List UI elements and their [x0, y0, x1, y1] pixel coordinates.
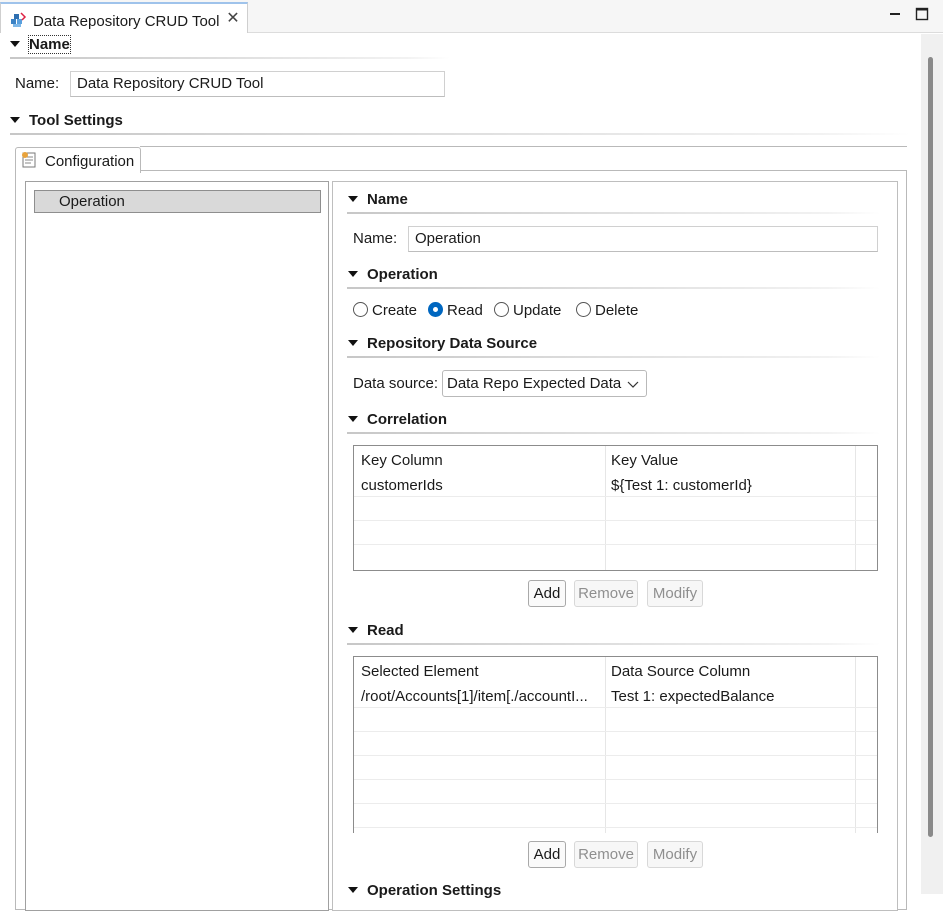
radio-update-button[interactable]	[494, 302, 509, 317]
read-modify-button[interactable]: Modify	[647, 841, 703, 868]
data-source-label: Data source:	[353, 375, 439, 392]
table-cell[interactable]: /root/Accounts[1]/item[./accountI...	[361, 688, 601, 705]
collapse-triangle-icon[interactable]	[348, 340, 358, 347]
column-divider	[605, 657, 606, 833]
radio-create-button[interactable]	[353, 302, 368, 317]
configuration-icon	[22, 152, 36, 168]
read-table[interactable]: Selected Element Data Source Column /roo…	[353, 656, 878, 833]
correlation-remove-button[interactable]: Remove	[574, 580, 638, 607]
column-divider	[855, 657, 856, 833]
row-divider	[354, 707, 877, 708]
section-divider	[347, 287, 880, 289]
section-divider	[347, 212, 880, 214]
tab-configuration[interactable]: Configuration	[15, 147, 141, 173]
tab-strip-line	[140, 146, 907, 147]
tree-item-label: Operation	[59, 193, 125, 210]
row-divider	[354, 496, 877, 497]
row-divider	[354, 779, 877, 780]
column-header-key-column[interactable]: Key Column	[361, 452, 443, 469]
radio-read-button[interactable]	[428, 302, 443, 317]
table-cell[interactable]: customerIds	[361, 477, 601, 494]
scrollbar-thumb[interactable]	[928, 57, 933, 837]
section-divider	[347, 432, 880, 434]
section-divider	[347, 356, 880, 358]
read-remove-button[interactable]: Remove	[574, 841, 638, 868]
data-source-select[interactable]: Data Repo Expected Data	[442, 370, 647, 397]
table-cell[interactable]: ${Test 1: customerId}	[611, 477, 851, 494]
operation-settings-header[interactable]: Operation Settings	[348, 882, 501, 899]
read-header[interactable]: Read	[348, 622, 404, 639]
name-section-header[interactable]: Name	[10, 35, 71, 54]
column-header-data-source-column[interactable]: Data Source Column	[611, 663, 750, 680]
operation-tree	[25, 181, 329, 911]
radio-delete[interactable]: Delete	[576, 302, 638, 319]
collapse-triangle-icon[interactable]	[348, 416, 358, 423]
close-icon[interactable]: ✕	[225, 10, 241, 28]
data-source-value: Data Repo Expected Data	[447, 375, 622, 392]
collapse-triangle-icon[interactable]	[348, 887, 358, 894]
data-repository-tool-icon	[11, 12, 27, 27]
editor-tab[interactable]: Data Repository CRUD Tool ✕	[0, 2, 248, 33]
chevron-down-icon	[627, 381, 639, 388]
collapse-triangle-icon[interactable]	[348, 271, 358, 278]
editor-tab-title: Data Repository CRUD Tool	[33, 13, 220, 30]
section-divider	[10, 133, 910, 135]
radio-create[interactable]: Create	[353, 302, 417, 319]
radio-update[interactable]: Update	[494, 302, 561, 319]
tool-settings-header[interactable]: Tool Settings	[10, 112, 123, 129]
radio-delete-button[interactable]	[576, 302, 591, 317]
section-divider	[347, 643, 880, 645]
correlation-add-button[interactable]: Add	[528, 580, 566, 607]
radio-read[interactable]: Read	[428, 302, 483, 319]
minimize-icon[interactable]	[887, 6, 903, 22]
tool-name-field[interactable]: Data Repository CRUD Tool	[70, 71, 445, 97]
collapse-triangle-icon[interactable]	[10, 41, 20, 48]
maximize-icon[interactable]	[914, 6, 930, 22]
row-divider	[354, 803, 877, 804]
row-divider	[354, 731, 877, 732]
tab-configuration-label: Configuration	[45, 153, 135, 170]
collapse-triangle-icon[interactable]	[348, 627, 358, 634]
details-name-header[interactable]: Name	[348, 191, 408, 208]
column-divider	[605, 446, 606, 570]
table-cell[interactable]: Test 1: expectedBalance	[611, 688, 851, 705]
operation-name-field[interactable]: Operation	[408, 226, 878, 252]
correlation-table[interactable]: Key Column Key Value customerIds ${Test …	[353, 445, 878, 571]
column-header-selected-element[interactable]: Selected Element	[361, 663, 479, 680]
row-divider	[354, 827, 877, 828]
correlation-header[interactable]: Correlation	[348, 411, 447, 428]
correlation-modify-button[interactable]: Modify	[647, 580, 703, 607]
operation-name-label: Name:	[353, 230, 398, 247]
tree-item-operation[interactable]: Operation	[34, 190, 321, 213]
column-divider	[855, 446, 856, 570]
row-divider	[354, 755, 877, 756]
read-add-button[interactable]: Add	[528, 841, 566, 868]
data-source-header[interactable]: Repository Data Source	[348, 335, 537, 352]
tool-name-label: Name:	[15, 75, 60, 92]
collapse-triangle-icon[interactable]	[10, 117, 20, 124]
operation-header[interactable]: Operation	[348, 266, 438, 283]
row-divider	[354, 544, 877, 545]
collapse-triangle-icon[interactable]	[348, 196, 358, 203]
section-divider	[10, 57, 450, 59]
column-header-key-value[interactable]: Key Value	[611, 452, 678, 469]
row-divider	[354, 520, 877, 521]
